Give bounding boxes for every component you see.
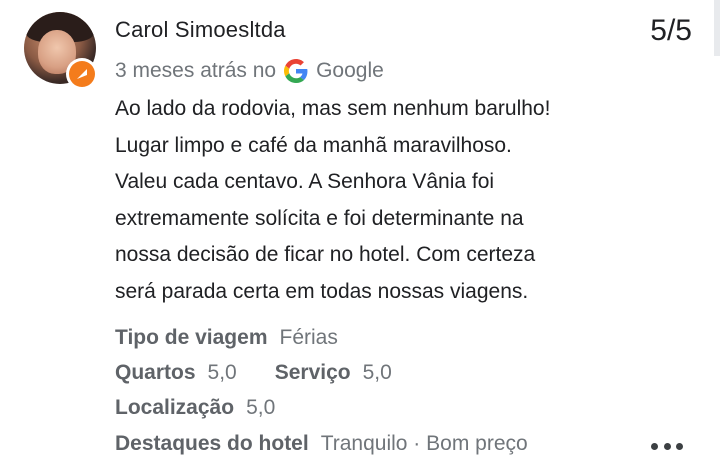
- review-line: será parada certa em todas nossas viagen…: [115, 279, 529, 303]
- reviewer-avatar[interactable]: [24, 12, 98, 90]
- reviewer-name[interactable]: Carol Simoesltda: [115, 17, 286, 43]
- review-meta: 3 meses atrás no Google: [115, 59, 384, 83]
- local-guide-badge-icon: [66, 58, 98, 90]
- google-g-icon: [284, 59, 308, 83]
- attr-trip-type: Tipo de viagem Férias: [115, 320, 528, 355]
- review-source: Google: [316, 59, 384, 82]
- more-options-icon[interactable]: [651, 438, 683, 454]
- attr-label: Serviço: [274, 360, 351, 384]
- attr-label: Tipo de viagem: [115, 325, 268, 349]
- scroll-edge: [714, 0, 720, 56]
- attr-value: 5,0: [207, 360, 237, 384]
- review-line: Lugar limpo e café da manhã maravilhoso.: [115, 133, 512, 157]
- attr-label: Quartos: [115, 360, 196, 384]
- review-line: Ao lado da rodovia, mas sem nenhum barul…: [115, 97, 551, 120]
- review-line: extremamente solícita e foi determinante…: [115, 206, 524, 230]
- review-line: nossa decisão de ficar no hotel. Com cer…: [115, 243, 536, 267]
- review-attributes: Tipo de viagem Férias Quartos 5,0 Serviç…: [115, 320, 528, 461]
- attr-value: 5,0: [362, 360, 392, 384]
- attr-location: Localização 5,0: [115, 391, 528, 426]
- review-line: Valeu cada centavo. A Senhora Vânia foi: [115, 170, 495, 194]
- review-rating: 5/5: [650, 14, 692, 47]
- attr-value: Férias: [279, 325, 338, 349]
- attr-rooms-service: Quartos 5,0 Serviço 5,0: [115, 355, 528, 390]
- attr-label: Destaques do hotel: [115, 431, 309, 455]
- review-text: Ao lado da rodovia, mas sem nenhum barul…: [115, 91, 705, 311]
- attr-value: Tranquilo · Bom preço: [320, 431, 528, 455]
- attr-value: 5,0: [246, 396, 276, 420]
- attr-label: Localização: [115, 396, 235, 420]
- attr-highlights: Destaques do hotel Tranquilo · Bom preço: [115, 426, 528, 461]
- review-time: 3 meses atrás no: [115, 59, 277, 82]
